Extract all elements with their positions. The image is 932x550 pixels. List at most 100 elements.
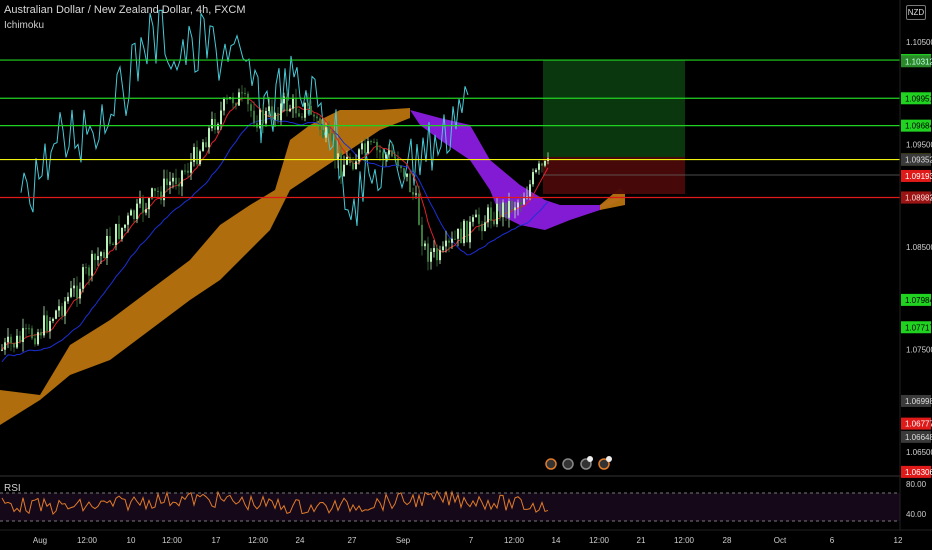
candle-body xyxy=(268,106,270,112)
price-axis-label: 1.06500 xyxy=(906,448,932,457)
candle-body xyxy=(322,129,324,138)
candle-body xyxy=(136,203,138,219)
candle-body xyxy=(202,142,204,152)
price-tag-label: 1.06306 xyxy=(905,468,932,477)
event-icon[interactable] xyxy=(545,458,557,470)
candle-body xyxy=(400,166,402,169)
candle-body xyxy=(277,113,279,121)
candle-body xyxy=(271,106,273,120)
candle-body xyxy=(220,110,222,125)
candle-body xyxy=(85,267,87,269)
time-axis-label: 28 xyxy=(723,536,732,545)
candle-body xyxy=(340,153,342,177)
loss-zone xyxy=(543,157,685,194)
price-tag-label: 1.06777 xyxy=(905,420,932,429)
candle-body xyxy=(430,251,432,262)
time-axis-label: Aug xyxy=(33,536,47,545)
candle-body xyxy=(82,267,84,289)
candle-body xyxy=(394,156,396,159)
candle-body xyxy=(16,335,18,348)
time-axis-label: 12:00 xyxy=(589,536,610,545)
candle-body xyxy=(43,315,45,336)
candle-body xyxy=(343,164,345,177)
candle-body xyxy=(103,252,105,259)
candle-body xyxy=(385,154,387,159)
candle-body xyxy=(352,163,354,170)
candle-body xyxy=(424,243,426,247)
candle-body xyxy=(529,184,531,197)
time-axis-label: 10 xyxy=(127,536,136,545)
price-tag-label: 1.07984 xyxy=(905,296,932,305)
event-icon[interactable] xyxy=(562,458,574,470)
candle-body xyxy=(334,140,336,160)
candle-body xyxy=(118,223,120,239)
candle-body xyxy=(451,238,453,243)
event-badge-icon xyxy=(587,456,593,462)
candle-body xyxy=(496,203,498,225)
rsi-axis-label: 80.00 xyxy=(906,480,927,489)
candle-body xyxy=(283,96,285,104)
candle-body xyxy=(502,202,504,218)
candle-body xyxy=(184,170,186,172)
candle-body xyxy=(499,203,501,218)
rsi-label[interactable]: RSI xyxy=(4,483,21,494)
candle-body xyxy=(481,223,483,232)
price-tag-label: 1.10312 xyxy=(905,57,932,66)
candle-body xyxy=(172,177,174,182)
price-tag-label: 1.07717 xyxy=(905,323,932,332)
time-axis[interactable]: Aug 12:00 10 12:00 17 12:00 24 27 Sep 7 12:00 14 12:… xyxy=(33,536,903,545)
price-tag-label: 1.09193 xyxy=(905,172,932,181)
candle-body xyxy=(124,224,126,228)
candle-body xyxy=(403,168,405,177)
price-tag-label: 1.09352 xyxy=(905,156,932,165)
candle-body xyxy=(436,248,438,261)
candle-body xyxy=(106,235,108,259)
candle-body xyxy=(463,220,465,244)
candle-body xyxy=(55,310,57,319)
candle-body xyxy=(1,349,3,351)
candle-body xyxy=(415,193,417,195)
candle-body xyxy=(454,238,456,240)
candle-body xyxy=(421,224,423,247)
candle-body xyxy=(133,210,135,219)
candle-body xyxy=(412,192,414,195)
candle-body xyxy=(472,217,474,222)
indicator-label[interactable]: Ichimoku xyxy=(4,20,44,31)
candle-body xyxy=(4,342,6,350)
chart-canvas[interactable]: 1.10500 1.09500 1.08500 1.07500 1.06500 1.10… xyxy=(0,0,932,550)
candle-body xyxy=(127,215,129,225)
candle-body xyxy=(58,306,60,311)
candle-body xyxy=(139,198,141,204)
candle-body xyxy=(448,240,450,243)
price-tag-label: 1.09951 xyxy=(905,94,932,103)
candle-body xyxy=(292,97,294,109)
candle-body xyxy=(175,177,177,185)
candle-body xyxy=(226,98,228,100)
candle-body xyxy=(247,93,249,105)
candle-body xyxy=(490,207,492,221)
price-tag-label: 1.06648 xyxy=(905,433,932,442)
time-axis-label: 24 xyxy=(296,536,305,545)
candle-body xyxy=(109,235,111,244)
candle-body xyxy=(289,108,291,112)
candle-body xyxy=(112,243,114,245)
candle-body xyxy=(181,170,183,187)
candle-body xyxy=(508,201,510,218)
candle-body xyxy=(199,151,201,165)
candle-body xyxy=(7,336,9,343)
candle-body xyxy=(304,102,306,118)
currency-badge[interactable]: NZD xyxy=(906,5,926,20)
time-axis-label: 14 xyxy=(552,536,561,545)
candle-body xyxy=(178,184,180,187)
price-axis-label: 1.08500 xyxy=(906,243,932,252)
time-axis-label: 7 xyxy=(469,536,474,545)
candle-body xyxy=(418,193,420,225)
time-axis-label: 12:00 xyxy=(77,536,98,545)
candle-body xyxy=(298,113,300,117)
candle-body xyxy=(10,336,12,344)
candle-body xyxy=(520,202,522,205)
candle-body xyxy=(13,343,15,348)
candle-body xyxy=(166,178,168,186)
price-axis-label: 1.10500 xyxy=(906,38,932,47)
candle-body xyxy=(328,127,330,133)
